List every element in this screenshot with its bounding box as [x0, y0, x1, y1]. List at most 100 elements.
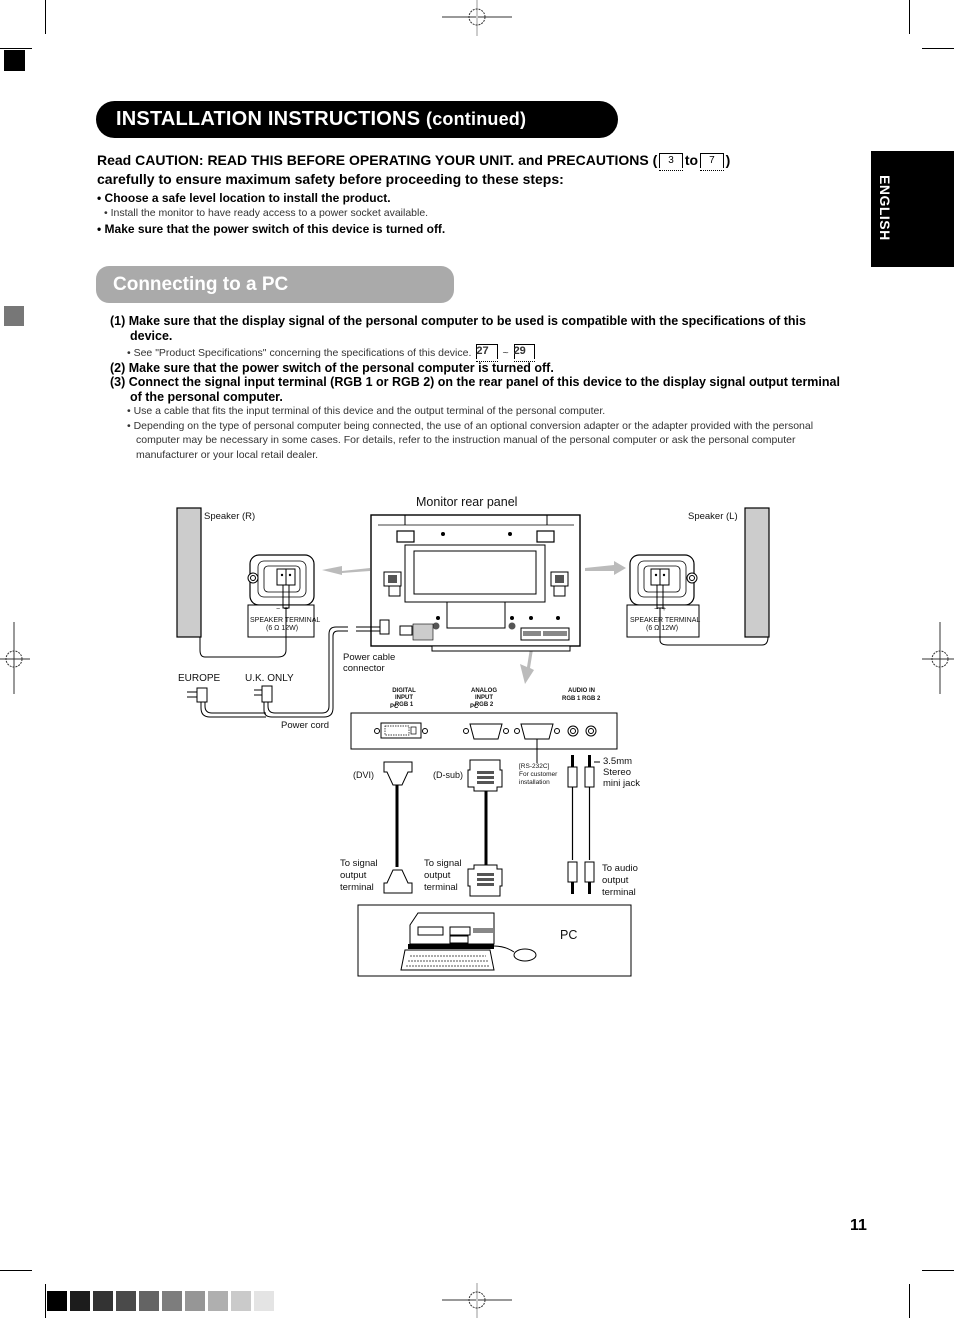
side-marker-gray	[4, 306, 24, 326]
speaker-terminal-l-label: SPEAKER TERMINAL	[630, 617, 701, 624]
gray-swatch	[93, 1291, 113, 1311]
gray-swatch	[208, 1291, 228, 1311]
speaker-l-icon	[744, 507, 770, 638]
dsub-cable-icon	[467, 759, 503, 897]
dvi-cable-icon	[383, 761, 413, 894]
intro-bullet: • Make sure that the power switch of thi…	[97, 222, 446, 236]
to-signal-output-label: To signal output terminal	[340, 858, 378, 894]
page-ref-badge[interactable]: 27	[476, 344, 498, 362]
speaker-terminal-l-spec: (6 Ω 12W)	[646, 625, 679, 632]
label-line: output	[340, 870, 367, 881]
speaker-r-label: Speaker (R)	[204, 511, 256, 522]
label-line: installation	[519, 779, 550, 786]
arrow-icon	[585, 561, 626, 575]
connection-diagram	[176, 507, 770, 977]
label-line: output	[424, 870, 451, 881]
speaker-r-icon	[176, 507, 202, 638]
page-title-suffix: (continued)	[426, 109, 527, 129]
power-cable-connector-label: Power cable connector	[343, 652, 395, 674]
crop-mark	[922, 48, 954, 49]
step-note: • See "Product Specifications" concernin…	[110, 344, 850, 362]
digital-pc-mark: PC	[390, 704, 399, 710]
dvi-label: (DVI)	[353, 770, 374, 780]
europe-label: EUROPE	[178, 673, 221, 684]
audio-cable-icon	[567, 755, 600, 894]
paren-text: )	[725, 152, 731, 168]
gray-swatch	[139, 1291, 159, 1311]
step-item: (1) Make sure that the display signal of…	[110, 314, 806, 343]
page-ref-badge[interactable]: 29	[513, 344, 536, 362]
caution-line-2: carefully to ensure maximum safety befor…	[97, 171, 564, 187]
crop-mark	[909, 0, 910, 34]
color-calibration-bar	[47, 1291, 274, 1311]
language-tab-label: ENGLISH	[877, 175, 893, 241]
intro-sub-bullet: • Install the monitor to have ready acce…	[104, 207, 429, 219]
analog-pc-mark: PC	[470, 704, 479, 710]
speaker-terminal-r-icon	[199, 554, 315, 658]
steps-list: (1) Make sure that the display signal of…	[110, 314, 850, 462]
uk-only-label: U.K. ONLY	[245, 673, 294, 684]
label-line: 3.5mm	[603, 756, 633, 767]
speaker-terminal-r-label: SPEAKER TERMINAL	[250, 617, 321, 624]
label-line: mini jack	[603, 778, 640, 789]
gray-swatch	[116, 1291, 136, 1311]
to-signal-output-label: To signal output terminal	[424, 858, 462, 894]
label-line: connector	[343, 663, 385, 674]
label-line: output	[602, 875, 629, 886]
crop-mark	[909, 1284, 910, 1318]
label-line: Stereo	[603, 767, 631, 778]
monitor-rear-panel-label: Monitor rear panel	[416, 495, 518, 509]
speaker-terminal-r-spec: (6 Ω 12W)	[266, 625, 299, 632]
crop-mark	[922, 1270, 954, 1271]
speaker-l-label: Speaker (L)	[688, 511, 738, 522]
audio-in-label: AUDIO IN	[568, 688, 595, 694]
speaker-terminal-r-polarity: − +	[276, 606, 288, 614]
pc-label: PC	[560, 928, 578, 942]
label-line: terminal	[340, 882, 374, 893]
speaker-terminal-l-polarity: − +	[654, 606, 666, 614]
label-line: To signal	[424, 858, 462, 869]
registration-mark-icon	[442, 0, 512, 36]
plus-label: +	[283, 606, 289, 613]
label-line: DIGITAL INPUT	[392, 688, 416, 701]
label-line: terminal	[602, 887, 636, 898]
page-number: 11	[850, 1217, 867, 1234]
rs232c-label: [RS-232C] For customer installation	[519, 763, 557, 787]
gray-swatch	[47, 1291, 67, 1311]
step-item: (3) Connect the signal input terminal (R…	[110, 375, 840, 404]
label-line: For customer	[519, 771, 558, 778]
crop-mark	[45, 1284, 46, 1318]
minus-label: −	[276, 606, 281, 613]
label-line: To audio	[602, 863, 638, 874]
label-line: Power cable	[343, 652, 396, 663]
side-marker-black	[4, 50, 25, 71]
step-note: • Depending on the type of personal comp…	[127, 419, 814, 461]
gray-swatch	[70, 1291, 90, 1311]
gray-swatch	[254, 1291, 274, 1311]
step-note-text: • See "Product Specifications" concernin…	[127, 347, 472, 359]
intro-bullet: • Choose a safe level location to instal…	[97, 191, 391, 205]
gray-swatch	[162, 1291, 182, 1311]
gray-swatch	[185, 1291, 205, 1311]
power-cord-label: Power cord	[281, 720, 330, 731]
crop-mark	[0, 48, 32, 49]
caution-text: Read CAUTION: READ THIS BEFORE OPERATING…	[97, 152, 658, 168]
crop-mark	[0, 1270, 32, 1271]
pc-icon	[357, 904, 632, 977]
caution-reference: Read CAUTION: READ THIS BEFORE OPERATING…	[97, 151, 857, 171]
step-note: • Use a cable that fits the input termin…	[127, 405, 606, 417]
audio-rgb2-label: RGB 2	[582, 696, 601, 702]
page-ref-badge[interactable]: 3	[659, 153, 683, 171]
audio-rgb1-label: RGB 1	[562, 696, 581, 702]
page-ref-badge[interactable]: 7	[700, 153, 724, 171]
range-sep: ~	[502, 347, 509, 359]
label-line: [RS-232C]	[519, 763, 550, 770]
page-title-text: INSTALLATION INSTRUCTIONS	[116, 108, 421, 130]
to-text: to	[684, 152, 699, 168]
label-line: To signal	[340, 858, 378, 869]
to-audio-output-label: To audio output terminal	[602, 863, 638, 899]
stereo-mini-jack-label: 3.5mm Stereo mini jack	[603, 756, 640, 789]
plus-label: +	[661, 606, 667, 613]
connector-panel-icon	[350, 712, 618, 763]
label-line: RGB 2	[474, 702, 494, 708]
